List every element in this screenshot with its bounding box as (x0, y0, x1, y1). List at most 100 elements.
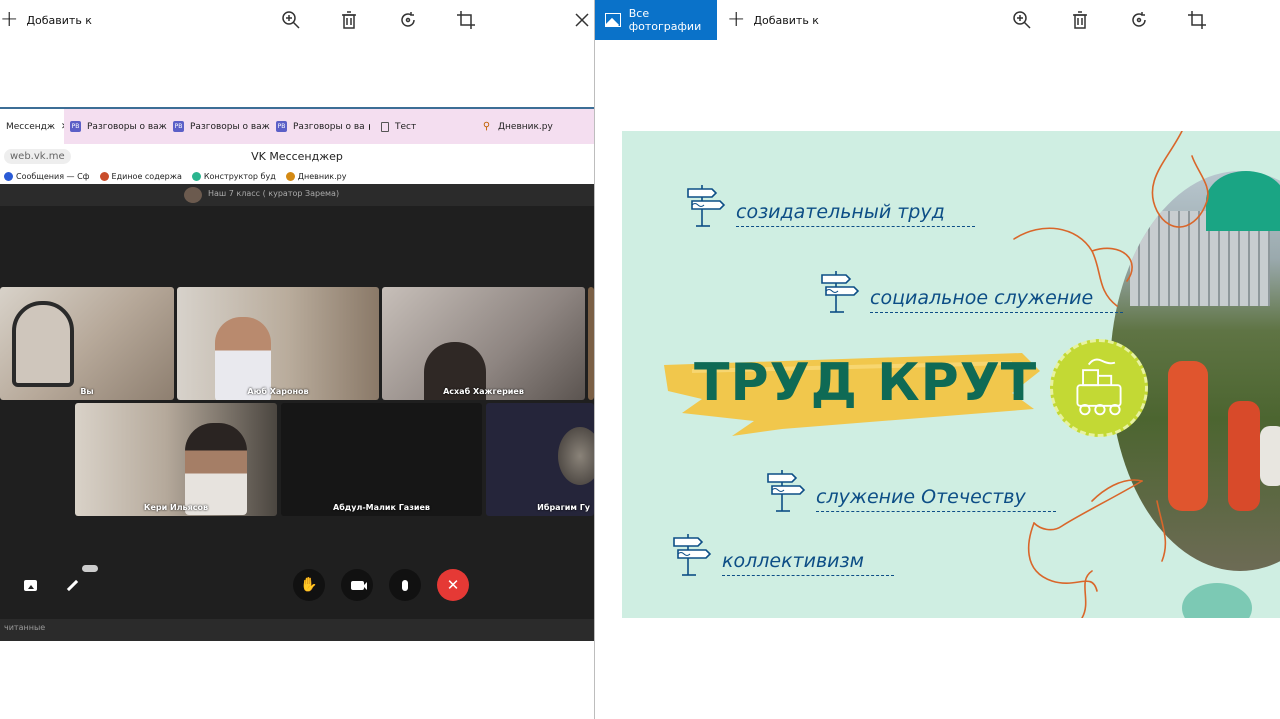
site-favicon-icon: РВ (70, 121, 81, 132)
browser-screenshot: Мессендж✕РВРазговоры о важнРВРазговоры о… (0, 107, 594, 641)
tab-label: Тест (395, 121, 417, 132)
browser-tab[interactable]: РВ Разговоры о ва (270, 109, 375, 144)
participant-tile-5[interactable]: Ибрагим Гу (486, 403, 594, 516)
participant-tile-1[interactable]: Аюб Харонов (177, 287, 379, 400)
unread-label: читанные (4, 623, 46, 632)
signpost-icon (673, 534, 712, 576)
participant-name: Абдул-Малик Газиев (333, 503, 430, 512)
bookmark-item[interactable]: Сообщения — Сф (4, 171, 90, 181)
bookmark-label: Дневник.ру (297, 171, 347, 181)
signpost-icon (767, 470, 806, 512)
value-text: социальное служение (870, 287, 1124, 313)
raise-hand-button[interactable]: ✋ (293, 569, 325, 601)
participant-name: Ибрагим Гу (537, 503, 590, 512)
bookmark-label: Сообщения — Сф (16, 171, 90, 181)
chat-footer: читанные (0, 619, 594, 641)
browser-tab[interactable]: Мессендж✕ (0, 109, 64, 144)
slide-image: созидательный труд социальное служение с… (622, 131, 1280, 618)
bookmark-icon (4, 171, 13, 181)
train-icon (1076, 358, 1122, 416)
participant-tile-3[interactable]: Кери Ильясов (75, 403, 277, 516)
bookmark-item[interactable]: Конструктор буд (191, 171, 276, 181)
signpost-icon (821, 271, 860, 313)
zoom-in-icon[interactable] (1011, 9, 1033, 31)
chat-header: Наш 7 класс ( куратор Зарема) (0, 184, 594, 206)
value-item: созидательный труд (684, 183, 975, 227)
left-toolbar: + Добавить к (0, 0, 594, 40)
camera-button[interactable] (341, 569, 373, 601)
chat-name: Наш 7 класс ( куратор Зарема) (208, 189, 340, 198)
rotate-icon[interactable] (1128, 9, 1150, 31)
bookmark-label: Конструктор буд (203, 171, 276, 181)
value-item: социальное служение (818, 269, 1124, 313)
pen-button[interactable] (56, 565, 98, 601)
bookmarks-bar: Сообщения — Сф Единое содержа Конструктор … (0, 168, 594, 184)
pen-icon (66, 579, 78, 591)
participant-name: Асхаб Хажгериев (443, 387, 524, 396)
right-photo-viewer: Все фотографии + Добавить к созидательны… (595, 0, 1280, 719)
tab-label: Разговоры о важн (87, 121, 167, 132)
browser-tab-strip: Мессендж✕ РВ Разговоры о важн РВ Разговоры о… (0, 109, 594, 144)
raise-hand-icon: ✋ (300, 577, 318, 593)
rotate-icon[interactable] (397, 9, 419, 31)
add-to-label: Добавить к (753, 13, 819, 27)
site-favicon-icon: РВ (173, 121, 184, 132)
screen-share-button[interactable] (14, 569, 46, 601)
participant-tile-0[interactable]: Вы (0, 287, 174, 400)
microphone-button[interactable] (389, 569, 421, 601)
value-text: созидательный труд (736, 201, 975, 227)
person-figure (185, 423, 247, 515)
browser-tab[interactable]: РВ Разговоры о важн (64, 109, 167, 144)
add-to-label: Добавить к (26, 13, 92, 27)
bookmark-icon (99, 171, 109, 181)
participant-name: Аюб Харонов (247, 387, 309, 396)
url-field[interactable]: web.vk.me (4, 148, 71, 164)
edit-icon[interactable] (571, 9, 593, 31)
train-badge (1050, 339, 1148, 437)
bookmark-label: Единое содержа (111, 171, 182, 181)
right-toolbar: Все фотографии + Добавить к (595, 0, 1280, 40)
delete-icon[interactable] (338, 9, 360, 31)
add-to-button[interactable]: + Добавить к (727, 0, 819, 40)
bookmark-item[interactable]: Дневник.ру (285, 171, 347, 181)
video-call: Вы Аюб Харонов Асхаб Хажгериев Кери Илья… (0, 206, 594, 619)
photos-icon (605, 13, 621, 27)
tab-label: Разговоры о важн (190, 121, 270, 132)
zoom-in-icon[interactable] (280, 9, 302, 31)
delete-icon[interactable] (1069, 9, 1091, 31)
slide-title: ТРУД КРУТ (694, 353, 1038, 413)
browser-tab[interactable]: ⚲ Дневник.ру (475, 109, 570, 144)
document-icon (381, 121, 389, 132)
arrow-up-icon (27, 582, 34, 589)
person-figure (12, 301, 74, 387)
end-call-button[interactable]: ✕ (437, 569, 469, 601)
value-text: служение Отечеству (816, 486, 1056, 512)
dnevnik-icon: ⚲ (482, 121, 491, 132)
end-call-icon: ✕ (446, 576, 460, 594)
bookmark-icon (285, 171, 295, 181)
plus-icon: + (0, 7, 19, 32)
participant-tile-4[interactable]: Абдул-Малик Газиев (281, 403, 482, 516)
participant-avatar (558, 427, 594, 485)
tab-label: Дневник.ру (498, 121, 553, 132)
camera-lens-icon (362, 581, 367, 590)
tab-label: Мессендж (6, 121, 55, 132)
all-photos-button[interactable]: Все фотографии (595, 0, 717, 40)
bookmark-icon (191, 171, 201, 181)
crop-icon[interactable] (455, 9, 477, 31)
plus-icon: + (727, 7, 746, 32)
tab-label: Разговоры о ва (293, 121, 365, 132)
participant-name: Вы (80, 387, 94, 396)
crop-icon[interactable] (1186, 9, 1208, 31)
page-title: VK Мессенджер (251, 149, 343, 163)
pen-badge (82, 565, 98, 572)
value-item: коллективизм (670, 532, 894, 576)
browser-tab[interactable]: РВ Разговоры о важн (167, 109, 270, 144)
participant-name: Кери Ильясов (143, 503, 209, 512)
bookmark-item[interactable]: Единое содержа (99, 171, 182, 181)
left-photo-viewer: + Добавить к Мессендж✕РВРазговоры о важн… (0, 0, 594, 719)
add-to-button[interactable]: + Добавить к (0, 0, 92, 40)
browser-tab[interactable]: Тест (375, 109, 475, 144)
chat-avatar (184, 187, 202, 203)
participant-tile-2[interactable]: Асхаб Хажгериев (382, 287, 585, 400)
